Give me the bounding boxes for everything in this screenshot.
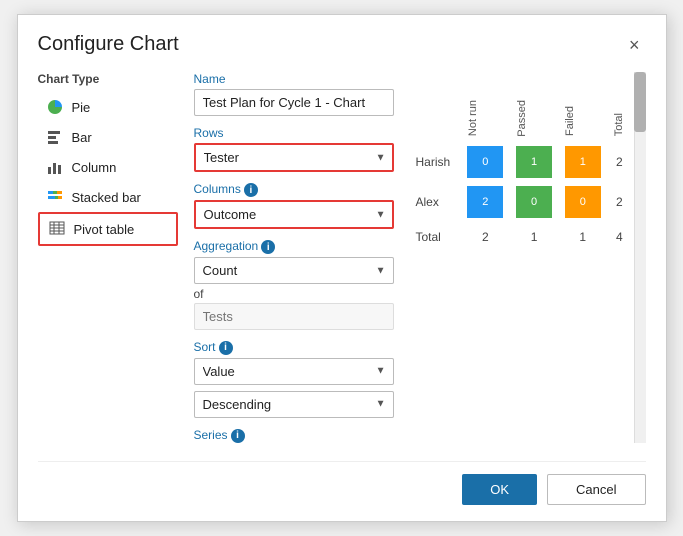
pivot-row-name-alex: Alex: [410, 182, 461, 222]
bar-icon: [46, 128, 64, 146]
chart-scrollbar-thumb[interactable]: [634, 72, 646, 132]
close-button[interactable]: ×: [623, 34, 646, 56]
pivot-row-name-harish: Harish: [410, 142, 461, 182]
chart-type-pie-label: Pie: [72, 100, 91, 115]
aggregation-select[interactable]: Count: [194, 257, 394, 284]
chart-type-pie[interactable]: Pie: [38, 92, 178, 122]
sort-order-select[interactable]: Descending: [194, 391, 394, 418]
pivot-col-not-run: Not run: [461, 72, 510, 142]
pivot-total-passed: 1: [510, 222, 559, 246]
chart-type-list: Pie Bar: [38, 92, 178, 246]
configure-chart-dialog: Configure Chart × Chart Type Pie: [17, 14, 667, 521]
columns-select-wrap: Outcome ▼: [194, 200, 394, 229]
pivot-cell-alex-total: 2: [607, 182, 631, 222]
name-label: Name: [194, 72, 394, 86]
chart-area: Not run Passed Failed Total Harish: [410, 72, 646, 442]
table-row-total: Total 2 1 1 4: [410, 222, 632, 246]
aggregation-label: Aggregationi: [194, 239, 394, 254]
aggregation-select-wrap: Count ▼: [194, 257, 394, 284]
pivot-col-total: Total: [607, 72, 631, 142]
sort-value-select-wrap: Value ▼: [194, 358, 394, 385]
pivot-total-notrun: 2: [461, 222, 510, 246]
pivot-total-all: 4: [607, 222, 631, 246]
columns-label: Columnsi: [194, 182, 394, 197]
table-row: Alex 2 0: [410, 182, 632, 222]
sort-value-select[interactable]: Value: [194, 358, 394, 385]
column-icon: [46, 158, 64, 176]
cancel-button[interactable]: Cancel: [547, 474, 645, 505]
chart-type-pivot-label: Pivot table: [74, 222, 135, 237]
chart-scrollbar-track[interactable]: [634, 72, 646, 442]
pivot-total-label: Total: [410, 222, 461, 246]
dialog-header: Configure Chart ×: [38, 33, 646, 56]
dialog-title: Configure Chart: [38, 33, 179, 56]
chart-type-panel: Chart Type Pie: [38, 72, 178, 442]
chart-preview-wrap: Not run Passed Failed Total Harish: [410, 72, 646, 442]
stacked-bar-icon: [46, 188, 64, 206]
columns-select[interactable]: Outcome: [194, 200, 394, 229]
chart-type-stacked-bar-label: Stacked bar: [72, 190, 141, 205]
of-input: [194, 303, 394, 330]
chart-type-column-label: Column: [72, 160, 117, 175]
sort-info-icon: i: [219, 341, 233, 355]
pivot-table: Not run Passed Failed Total Harish: [410, 72, 632, 246]
columns-info-icon: i: [244, 183, 258, 197]
rows-select-wrap: Tester ▼: [194, 143, 394, 172]
form-panel: Name Rows Tester ▼ Columnsi Outcome ▼ Ag…: [194, 72, 394, 442]
pie-icon: [46, 98, 64, 116]
table-row: Harish 0 1: [410, 142, 632, 182]
ok-button[interactable]: OK: [462, 474, 537, 505]
pivot-col-failed: Failed: [558, 72, 607, 142]
pivot-cell-harish-failed: 1: [558, 142, 607, 182]
sort-label: Sorti: [194, 340, 394, 355]
series-info-icon: i: [231, 429, 245, 443]
aggregation-info-icon: i: [261, 240, 275, 254]
chart-type-bar-label: Bar: [72, 130, 92, 145]
pivot-cell-alex-passed: 0: [510, 182, 559, 222]
series-label: Seriesi: [194, 428, 394, 443]
pivot-cell-harish-total: 2: [607, 142, 631, 182]
chart-type-bar[interactable]: Bar: [38, 122, 178, 152]
sort-order-select-wrap: Descending ▼: [194, 391, 394, 418]
pivot-table-icon: [48, 220, 66, 238]
chart-type-column[interactable]: Column: [38, 152, 178, 182]
chart-type-stacked-bar[interactable]: Stacked bar: [38, 182, 178, 212]
pivot-col-passed: Passed: [510, 72, 559, 142]
name-input[interactable]: [194, 89, 394, 116]
rows-label: Rows: [194, 126, 394, 140]
dialog-body: Chart Type Pie: [38, 72, 646, 442]
of-label: of: [194, 287, 394, 301]
pivot-row-header: [410, 72, 461, 142]
chart-type-pivot-table[interactable]: Pivot table: [38, 212, 178, 246]
rows-select[interactable]: Tester: [194, 143, 394, 172]
dialog-footer: OK Cancel: [38, 461, 646, 505]
chart-type-label: Chart Type: [38, 72, 178, 86]
pivot-cell-alex-failed: 0: [558, 182, 607, 222]
pivot-cell-harish-passed: 1: [510, 142, 559, 182]
pivot-total-failed: 1: [558, 222, 607, 246]
pivot-cell-alex-notrun: 2: [461, 182, 510, 222]
pivot-cell-harish-notrun: 0: [461, 142, 510, 182]
